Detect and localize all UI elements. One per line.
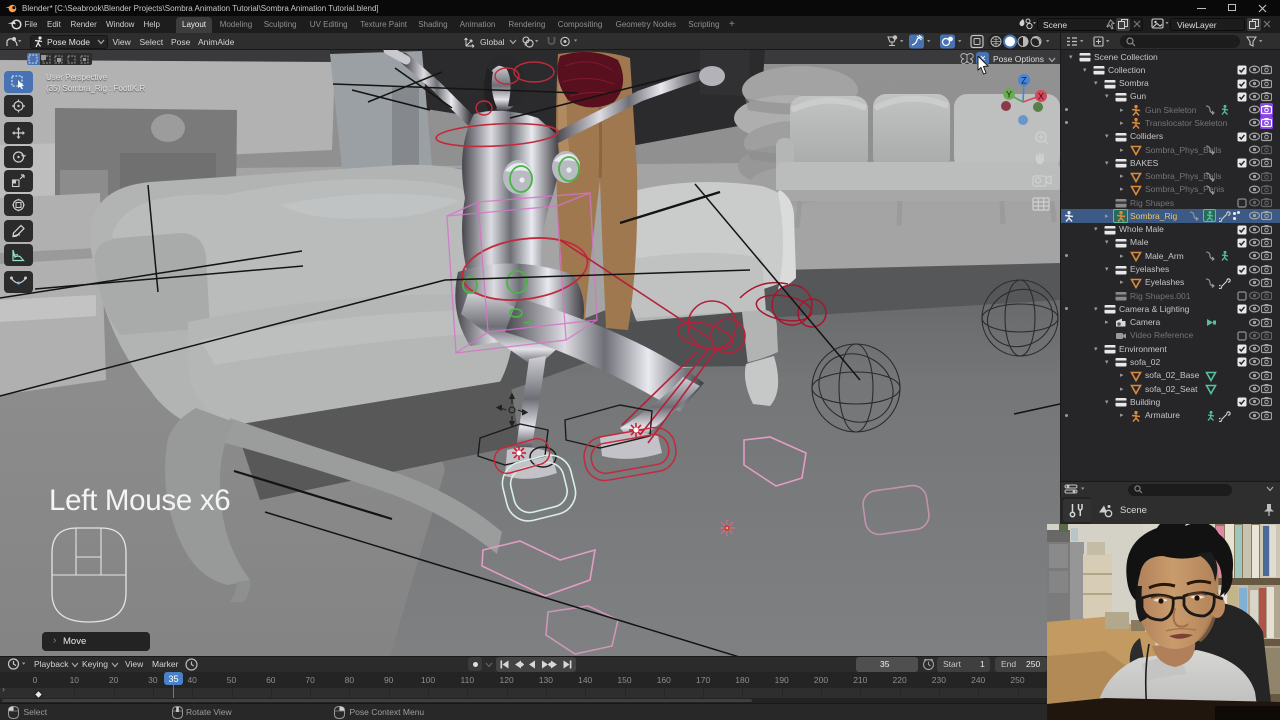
svg-text:Y: Y	[1006, 90, 1012, 100]
svg-text:X: X	[1038, 92, 1044, 102]
svg-text:Z: Z	[1021, 76, 1027, 86]
